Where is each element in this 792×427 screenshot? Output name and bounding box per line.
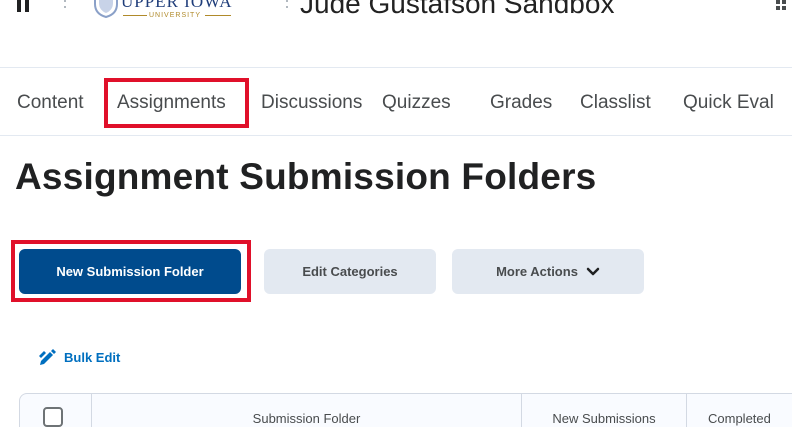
logo-wordmark: UPPER IOWA bbox=[121, 0, 233, 11]
select-all-checkbox[interactable] bbox=[43, 407, 63, 427]
more-actions-label: More Actions bbox=[496, 264, 578, 279]
university-emblem-icon bbox=[94, 0, 118, 18]
bulk-edit-label: Bulk Edit bbox=[64, 349, 121, 365]
home-icon[interactable] bbox=[16, 0, 30, 12]
nav-quick-eval[interactable]: Quick Eval bbox=[683, 92, 774, 114]
waffle-menu-icon[interactable] bbox=[776, 0, 792, 16]
column-header-completed[interactable]: Completed bbox=[687, 394, 792, 427]
assignments-highlight-box bbox=[104, 78, 249, 128]
nav-discussions[interactable]: Discussions bbox=[261, 92, 362, 114]
new-folder-highlight-box bbox=[11, 240, 251, 302]
course-title[interactable]: Jude Gustafson Sandbox bbox=[300, 0, 614, 20]
column-header-submission-folder[interactable]: Submission Folder bbox=[92, 394, 522, 427]
university-logo[interactable]: UPPER IOWA UNIVERSITY bbox=[93, 0, 261, 34]
logo-rule-right bbox=[205, 15, 231, 16]
pencil-icon bbox=[39, 349, 56, 365]
course-header: UPPER IOWA UNIVERSITY Jude Gustafson San… bbox=[0, 0, 792, 68]
chevron-down-icon bbox=[586, 267, 600, 275]
header-separator bbox=[286, 0, 288, 12]
nav-quizzes[interactable]: Quizzes bbox=[382, 92, 451, 114]
header-separator bbox=[64, 0, 66, 12]
more-actions-button[interactable]: More Actions bbox=[452, 249, 644, 294]
page-title: Assignment Submission Folders bbox=[15, 156, 597, 197]
nav-content[interactable]: Content bbox=[17, 92, 84, 114]
logo-rule-left bbox=[123, 15, 147, 16]
nav-classlist[interactable]: Classlist bbox=[580, 92, 651, 114]
nav-grades[interactable]: Grades bbox=[490, 92, 552, 114]
submission-folders-table: Submission Folder New Submissions Comple… bbox=[19, 393, 792, 427]
course-navbar: Content Assignments Discussions Quizzes … bbox=[0, 68, 792, 136]
bulk-edit-button[interactable]: Bulk Edit bbox=[38, 348, 120, 366]
logo-subtext: UNIVERSITY bbox=[149, 12, 202, 19]
column-header-new-submissions[interactable]: New Submissions bbox=[522, 394, 687, 427]
edit-categories-button[interactable]: Edit Categories bbox=[264, 249, 436, 294]
